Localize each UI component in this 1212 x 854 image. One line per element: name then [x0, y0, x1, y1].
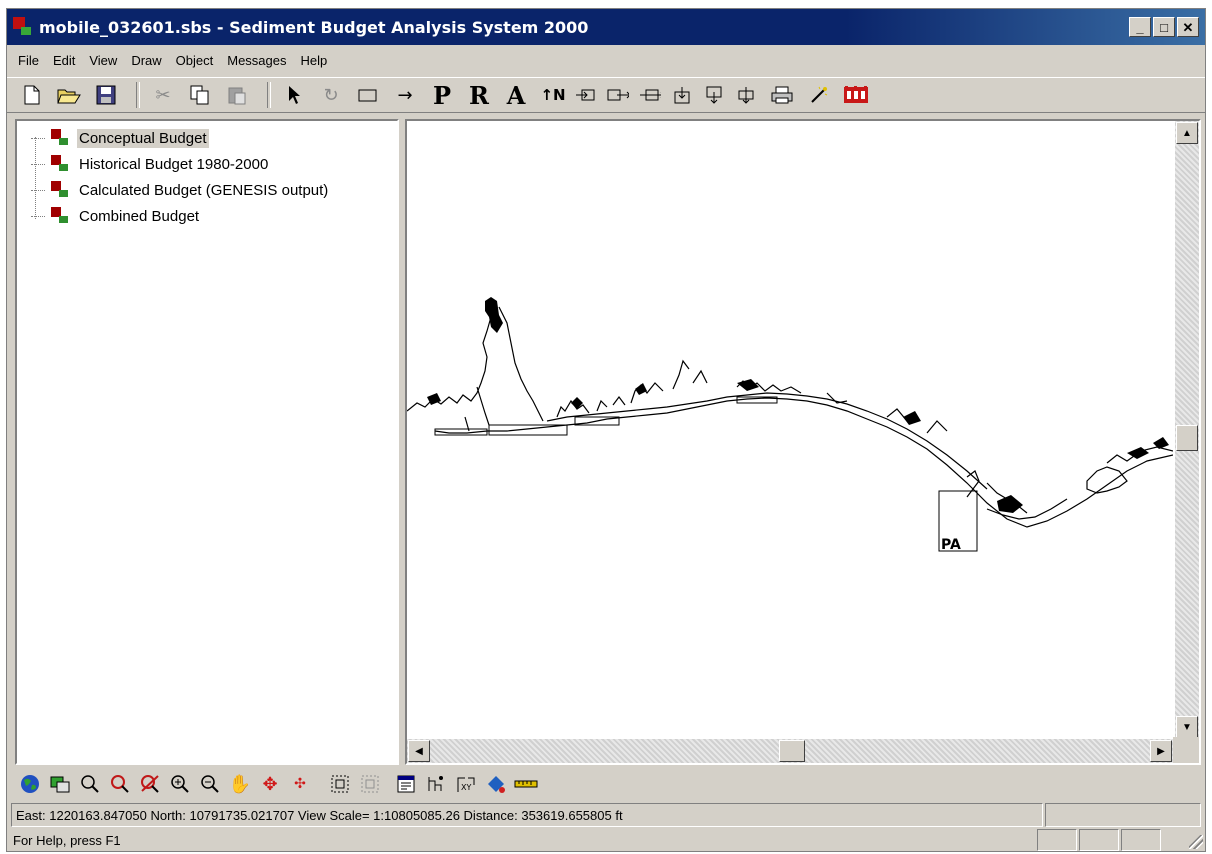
budget-node-icon	[49, 154, 71, 174]
zoom-clear-icon[interactable]	[137, 771, 163, 797]
properties-icon[interactable]	[393, 771, 419, 797]
map-toolbar: ✋ ✥ ✣ XY	[7, 767, 1205, 801]
resize-grip[interactable]	[1189, 835, 1203, 849]
menu-file[interactable]: File	[11, 53, 46, 68]
new-file-icon[interactable]	[17, 81, 47, 109]
source-icon[interactable]	[575, 81, 597, 109]
save-icon[interactable]	[91, 81, 121, 109]
outflow-icon[interactable]	[703, 81, 725, 109]
menu-messages[interactable]: Messages	[220, 53, 293, 68]
app-window: mobile_032601.sbs - Sediment Budget Anal…	[6, 8, 1206, 852]
status-indicator	[1079, 829, 1119, 851]
inset-label: PA	[941, 537, 961, 553]
main-toolbar: ✂ ↻ → P R A ↑N	[7, 77, 1205, 113]
cut-icon[interactable]: ✂	[148, 81, 178, 109]
menu-draw[interactable]: Draw	[124, 53, 168, 68]
vertical-scrollbar[interactable]: ▲ ▼	[1175, 121, 1199, 739]
a-tool[interactable]: A	[501, 81, 531, 110]
budget-node-icon	[49, 180, 71, 200]
zoom-red-icon[interactable]	[107, 771, 133, 797]
budget-node-icon	[49, 128, 71, 148]
paint-icon[interactable]	[483, 771, 509, 797]
menu-view[interactable]: View	[82, 53, 124, 68]
tree-item-label: Historical Budget 1980-2000	[79, 155, 269, 173]
horizontal-scroll-thumb[interactable]	[779, 740, 805, 762]
zoom-out-icon[interactable]	[197, 771, 223, 797]
r-tool[interactable]: R	[464, 81, 494, 110]
north-arrow-icon[interactable]: ↑N	[538, 81, 568, 109]
close-button[interactable]: ✕	[1177, 17, 1199, 37]
arrow-icon[interactable]: →	[390, 81, 420, 109]
wizard-icon[interactable]	[804, 81, 834, 109]
rectangle-icon[interactable]	[353, 81, 383, 109]
title-bar[interactable]: mobile_032601.sbs - Sediment Budget Anal…	[7, 9, 1205, 45]
select-box-dim-icon[interactable]	[357, 771, 383, 797]
move-cross-small-icon[interactable]: ✣	[287, 771, 313, 797]
network-icon[interactable]	[423, 771, 449, 797]
scroll-down-button[interactable]: ▼	[1176, 716, 1198, 738]
tree-item-calculated-budget[interactable]: Calculated Budget (GENESIS output)	[31, 177, 330, 203]
inflow-icon[interactable]	[671, 81, 693, 109]
menu-help[interactable]: Help	[293, 53, 334, 68]
scroll-up-button[interactable]: ▲	[1176, 122, 1198, 144]
app-icon	[13, 17, 33, 37]
pan-hand-icon[interactable]: ✋	[227, 771, 253, 797]
polyline-icon[interactable]: XY	[453, 771, 479, 797]
menu-edit[interactable]: Edit	[46, 53, 82, 68]
transfer-icon[interactable]	[735, 81, 757, 109]
paste-icon[interactable]	[222, 81, 252, 109]
vertical-scroll-thumb[interactable]	[1176, 425, 1198, 451]
map-view[interactable]: PA ▲ ▼ ◀ ▶	[405, 119, 1201, 765]
tree-item-historical-budget[interactable]: Historical Budget 1980-2000	[31, 151, 270, 177]
help-status: For Help, press F1	[13, 832, 121, 848]
select-box-icon[interactable]	[327, 771, 353, 797]
maximize-button[interactable]: □	[1153, 17, 1175, 37]
globe-icon[interactable]	[17, 771, 43, 797]
budget-node-icon	[49, 206, 71, 226]
rotate-icon[interactable]: ↻	[316, 81, 346, 109]
tree-item-label: Calculated Budget (GENESIS output)	[79, 181, 329, 199]
menu-object[interactable]: Object	[169, 53, 221, 68]
layers-icon[interactable]	[47, 771, 73, 797]
scroll-left-button[interactable]: ◀	[408, 740, 430, 762]
status-indicator	[1037, 829, 1077, 851]
copy-icon[interactable]	[185, 81, 215, 109]
tree-item-conceptual-budget[interactable]: Conceptual Budget	[31, 125, 209, 151]
horizontal-scrollbar[interactable]: ◀ ▶	[407, 739, 1173, 763]
status-indicator	[1121, 829, 1161, 851]
window-title: mobile_032601.sbs - Sediment Budget Anal…	[39, 17, 589, 37]
p-tool[interactable]: P	[427, 81, 457, 110]
scroll-corner	[1173, 737, 1199, 763]
coordinate-status: East: 1220163.847050 North: 10791735.021…	[11, 803, 1043, 827]
sink-icon[interactable]	[607, 81, 629, 109]
move-cross-icon[interactable]: ✥	[257, 771, 283, 797]
bypass-icon[interactable]	[639, 81, 661, 109]
svg-text:XY: XY	[461, 783, 471, 792]
coastline-map[interactable]: PA	[407, 121, 1173, 739]
scroll-right-button[interactable]: ▶	[1150, 740, 1172, 762]
print-icon[interactable]	[767, 81, 797, 109]
zoom-in-icon[interactable]	[167, 771, 193, 797]
tree-item-label: Combined Budget	[79, 207, 200, 225]
corps-castle-icon[interactable]	[841, 81, 871, 109]
select-arrow-icon[interactable]	[279, 81, 309, 109]
minimize-button[interactable]: _	[1129, 17, 1151, 37]
ruler-icon[interactable]	[513, 771, 539, 797]
status-panel-empty	[1045, 803, 1201, 827]
menu-bar: File Edit View Draw Object Messages Help	[7, 47, 1205, 73]
tree-item-label: Conceptual Budget	[77, 128, 209, 148]
open-folder-icon[interactable]	[54, 81, 84, 109]
tree-item-combined-budget[interactable]: Combined Budget	[31, 203, 201, 229]
budget-tree: Conceptual Budget Historical Budget 1980…	[15, 119, 399, 765]
zoom-icon[interactable]	[77, 771, 103, 797]
